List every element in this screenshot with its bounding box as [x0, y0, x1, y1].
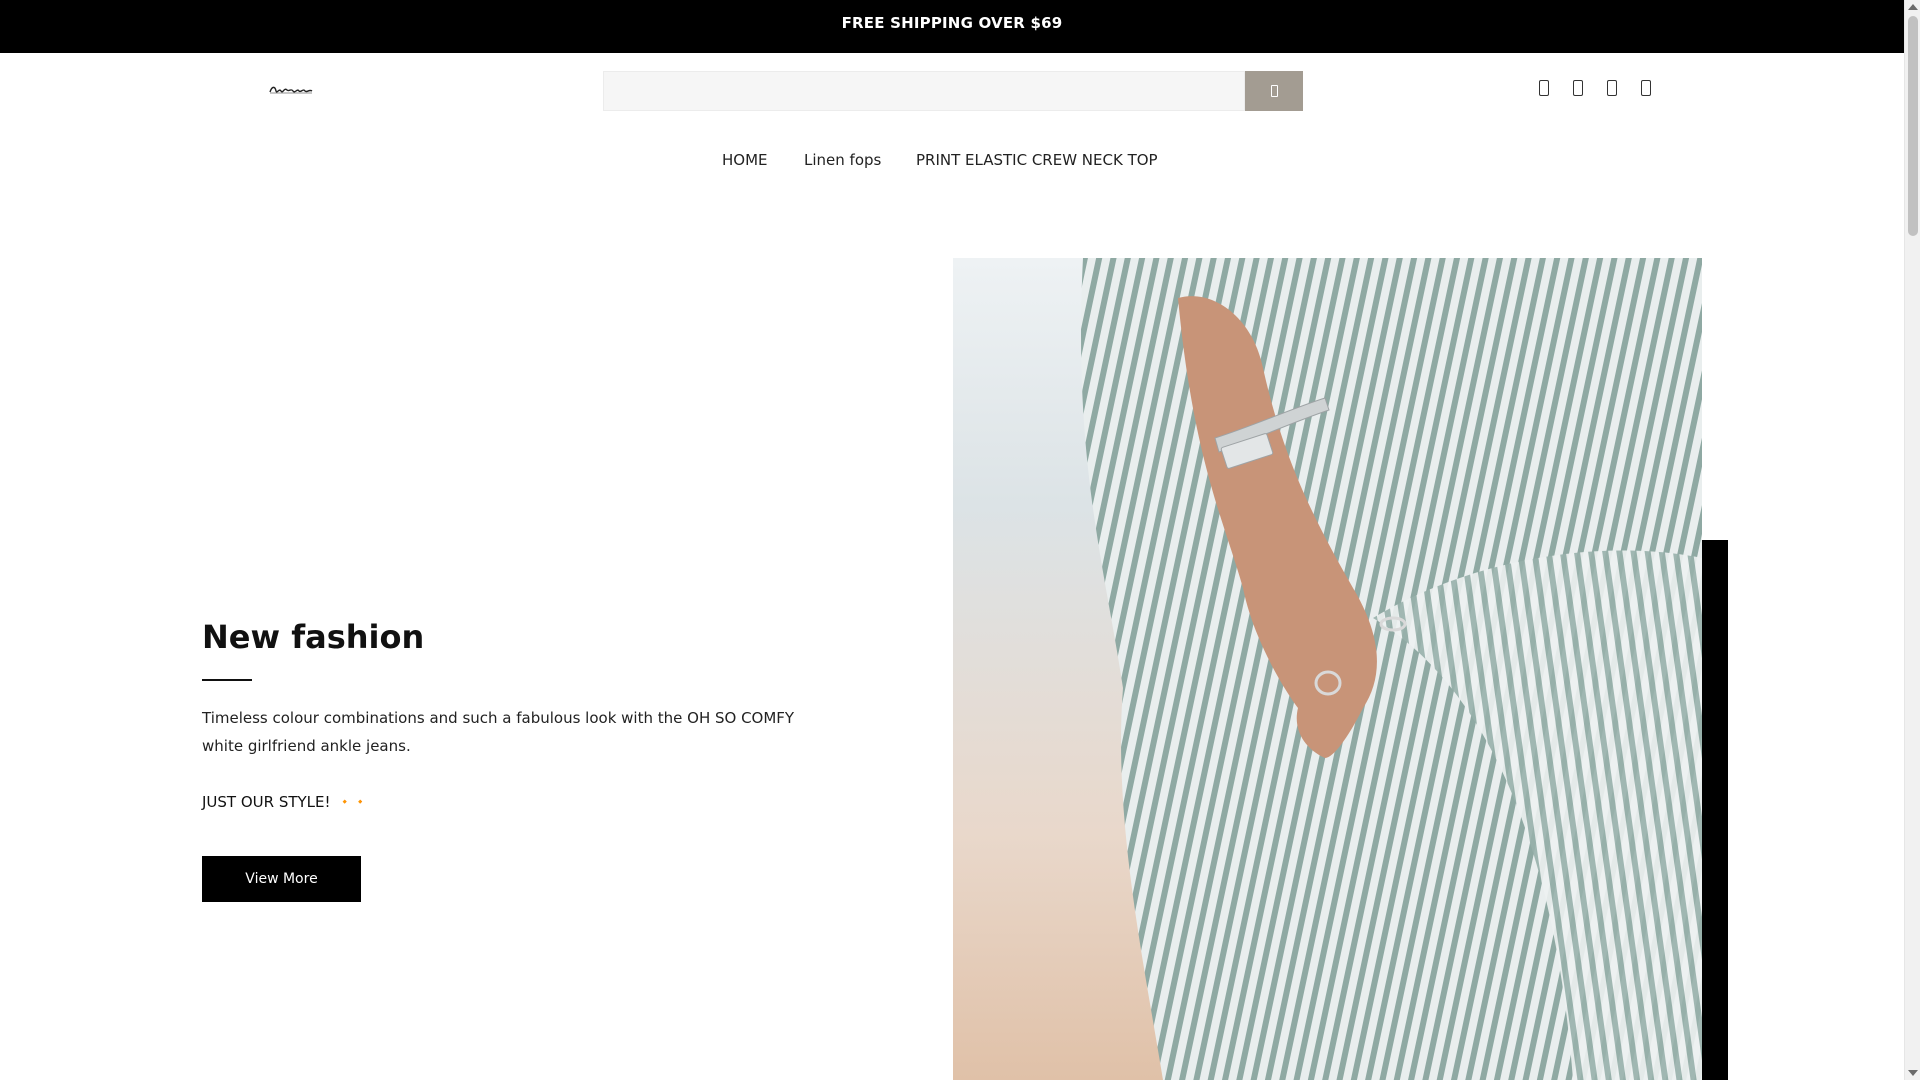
- scroll-up-arrow-icon[interactable]: [1908, 4, 1918, 10]
- search-input[interactable]: [603, 71, 1245, 111]
- hero-title: New fashion: [202, 618, 425, 656]
- search-icon: [1270, 85, 1278, 97]
- announcement-text: FREE SHIPPING OVER $69: [841, 14, 1063, 32]
- heart-icon: [1573, 80, 1583, 96]
- announcement-bar: FREE SHIPPING OVER $69: [0, 0, 1904, 53]
- hero-tagline: JUST OUR STYLE! 🔸 🔸: [202, 790, 367, 815]
- user-icon: [1539, 80, 1549, 96]
- account-button[interactable]: [1536, 78, 1552, 100]
- hero-tagline-text: JUST OUR STYLE!: [202, 793, 331, 811]
- striped-dress-photo: [1081, 258, 1702, 1080]
- scrollbar-thumb[interactable]: [1908, 16, 1918, 236]
- search-button[interactable]: [1245, 71, 1303, 111]
- logo-script-icon: [269, 86, 313, 94]
- nav-item-linen-fops[interactable]: Linen fops: [804, 150, 881, 170]
- store-logo[interactable]: [268, 82, 314, 96]
- scroll-down-arrow-icon[interactable]: [1908, 1070, 1918, 1076]
- page-scrollbar[interactable]: [1904, 0, 1920, 1080]
- cart-button[interactable]: [1638, 78, 1654, 100]
- cart-icon: [1641, 80, 1651, 96]
- sparkle-icon: 🔸 🔸: [338, 797, 367, 808]
- hero-divider: [202, 679, 252, 681]
- hero-accent-block: [1702, 540, 1728, 1080]
- hero-description: Timeless colour combinations and such a …: [202, 709, 795, 755]
- nav-item-home[interactable]: HOME: [722, 150, 768, 170]
- header-icon-group: [1536, 78, 1654, 100]
- bag-icon: [1607, 80, 1617, 96]
- view-more-button[interactable]: View More: [202, 856, 361, 902]
- hero-image: [953, 258, 1702, 1080]
- bag-button[interactable]: [1604, 78, 1620, 100]
- wishlist-button[interactable]: [1570, 78, 1586, 100]
- main-nav: HOME Linen fops PRINT ELASTIC CREW NECK …: [0, 150, 1904, 172]
- nav-item-print-elastic-crew-neck-top[interactable]: PRINT ELASTIC CREW NECK TOP: [916, 150, 1158, 170]
